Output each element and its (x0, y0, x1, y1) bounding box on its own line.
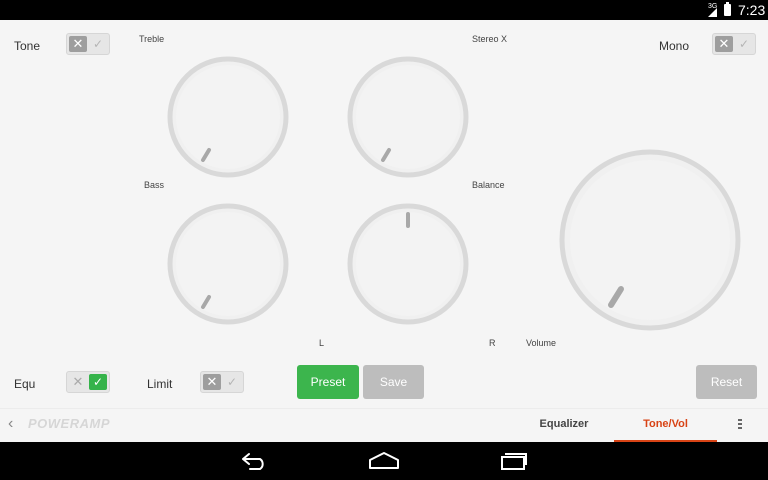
bottom-tab-bar: ‹ POWERAMP Equalizer Tone/Vol (0, 408, 768, 443)
stereo-x-knob[interactable] (347, 56, 469, 178)
volume-knob[interactable] (559, 149, 741, 331)
tab-equalizer[interactable]: Equalizer (520, 409, 608, 443)
save-button[interactable]: Save (363, 365, 424, 399)
equ-label: Equ (14, 377, 36, 391)
knobs-layer (167, 56, 741, 331)
chevron-left-icon[interactable]: ‹ (8, 415, 13, 433)
check-icon: ✓ (89, 374, 107, 390)
home-icon[interactable] (368, 452, 400, 470)
overflow-menu-icon[interactable] (738, 417, 742, 433)
signal-icon (708, 8, 717, 17)
preset-button[interactable]: Preset (297, 365, 359, 399)
equ-toggle[interactable]: ✕ ✓ (66, 371, 110, 393)
limit-label: Limit (147, 377, 173, 391)
tab-tone-vol[interactable]: Tone/Vol (614, 409, 717, 443)
tone-volume-panel: Tone ✕ ✓ Mono ✕ ✓ Treble Stereo X Bass B… (0, 20, 768, 408)
status-bar: 3G 7:23 (0, 0, 768, 20)
recents-icon[interactable] (500, 452, 528, 470)
off-x-icon: ✕ (72, 374, 84, 389)
system-nav-bar (0, 442, 768, 480)
balance-knob[interactable] (347, 203, 469, 325)
check-icon: ✓ (226, 375, 238, 389)
clock: 7:23 (738, 2, 766, 18)
reset-button[interactable]: Reset (696, 365, 757, 399)
treble-knob[interactable] (167, 56, 289, 178)
limit-toggle[interactable]: ✕ ✓ (200, 371, 244, 393)
poweramp-logo: POWERAMP (28, 416, 110, 431)
bass-knob[interactable] (167, 203, 289, 325)
back-icon[interactable] (240, 452, 270, 470)
off-x-icon: ✕ (203, 374, 221, 390)
battery-icon (724, 2, 731, 16)
